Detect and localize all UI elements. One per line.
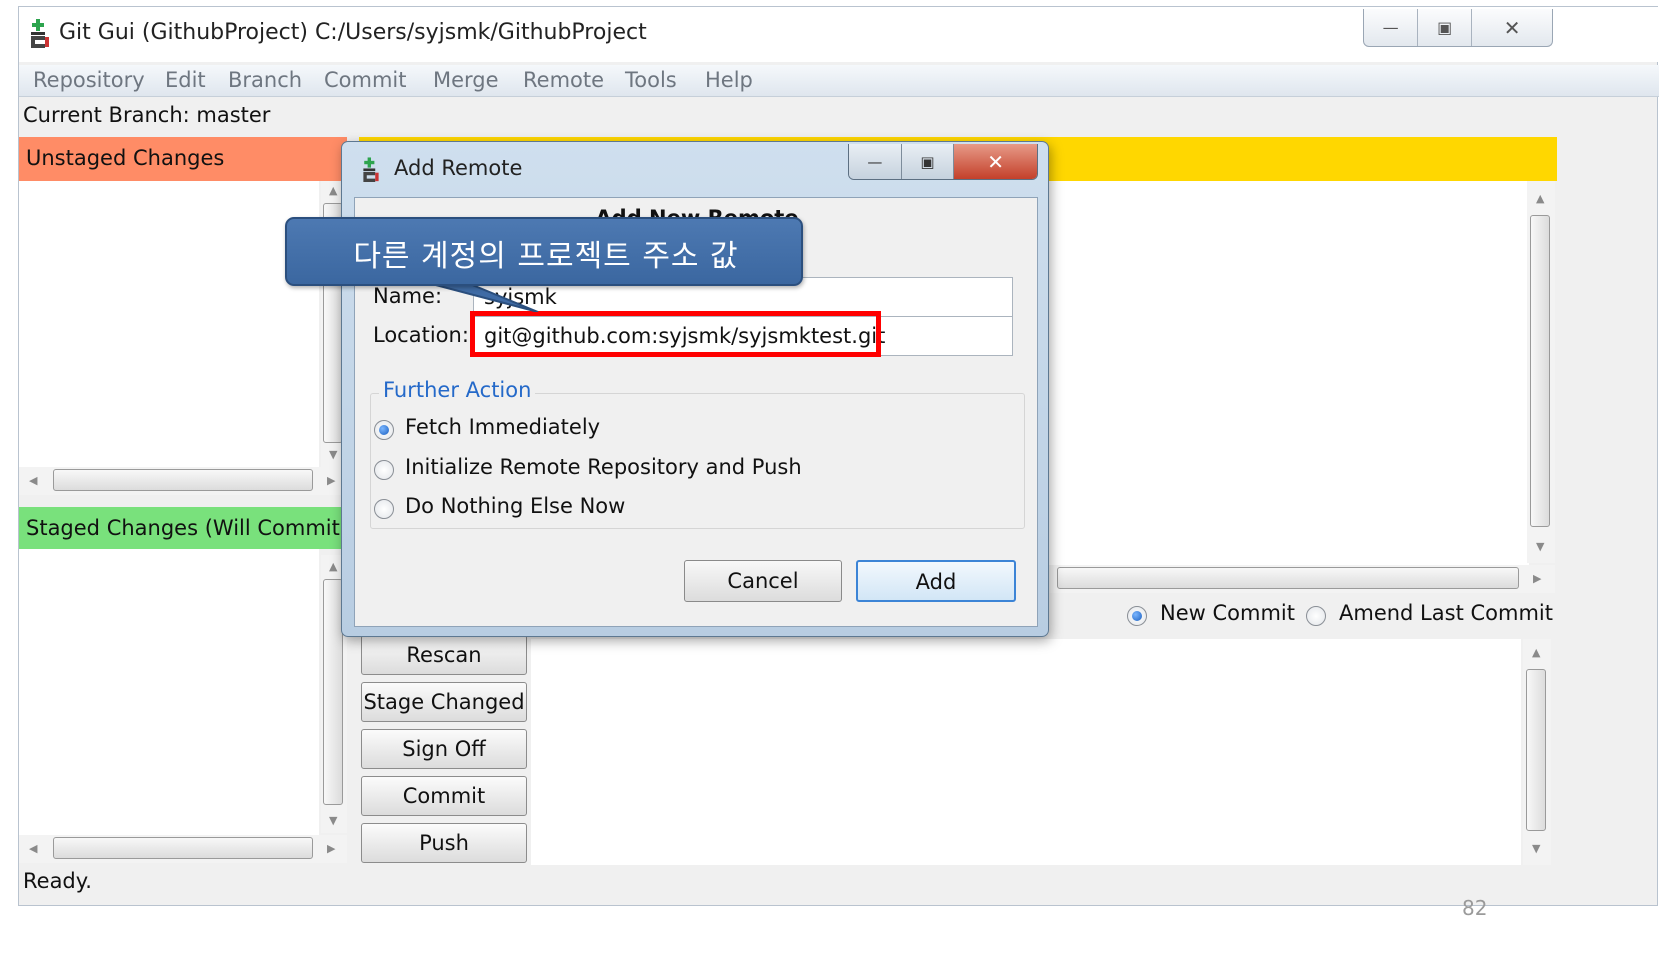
git-gui-logo-icon [31, 19, 49, 48]
fetch-immediately-label: Fetch Immediately [405, 415, 601, 439]
title-bar: Git Gui (GithubProject) C:/Users/syjsmk/… [19, 7, 1659, 62]
dialog-title: Add Remote [394, 156, 523, 180]
scroll-thumb[interactable] [1530, 215, 1550, 527]
scroll-left-arrow-icon[interactable]: ◀ [29, 475, 37, 487]
status-bar: Ready. [23, 869, 92, 893]
menu-edit[interactable]: Edit [165, 68, 206, 92]
window-controls: — ▣ ✕ [1363, 9, 1553, 47]
scroll-thumb[interactable] [323, 579, 343, 805]
scroll-left-arrow-icon[interactable]: ◀ [29, 843, 37, 855]
dialog-window-controls: — ▣ ✕ [848, 144, 1038, 180]
menu-commit[interactable]: Commit [324, 68, 407, 92]
location-label: Location: [373, 323, 469, 347]
dialog-minimize-button[interactable]: — [849, 144, 902, 179]
scroll-down-arrow-icon[interactable]: ▼ [329, 815, 337, 827]
stage-changed-button[interactable]: Stage Changed [361, 682, 527, 722]
new-commit-radio[interactable] [1127, 606, 1147, 626]
menu-remote[interactable]: Remote [523, 68, 604, 92]
diff-horizontal-scrollbar[interactable]: ▶ [1049, 565, 1555, 593]
menu-repository[interactable]: Repository [33, 68, 145, 92]
callout-pointer [431, 284, 539, 312]
dialog-maximize-button[interactable]: ▣ [901, 144, 955, 179]
scroll-thumb[interactable] [53, 469, 313, 491]
scroll-down-arrow-icon[interactable]: ▼ [329, 449, 337, 461]
do-nothing-radio[interactable] [374, 499, 394, 519]
menu-bar: Repository Edit Branch Commit Merge Remo… [19, 65, 1659, 97]
scroll-right-arrow-icon[interactable]: ▶ [327, 843, 335, 855]
amend-last-commit-radio[interactable] [1306, 606, 1326, 626]
page-number-fragment: 82 [1462, 896, 1488, 920]
git-gui-logo-icon [363, 157, 379, 182]
scroll-up-arrow-icon[interactable]: ▲ [329, 185, 337, 197]
unstaged-changes-header: Unstaged Changes [19, 137, 347, 181]
diff-vertical-scrollbar[interactable]: ▲ ▼ [1527, 181, 1555, 563]
rescan-button[interactable]: Rescan [361, 635, 527, 675]
annotation-callout: 다른 계정의 프로젝트 주소 값 [285, 217, 803, 286]
menu-merge[interactable]: Merge [433, 68, 499, 92]
minimize-button[interactable]: — [1364, 9, 1419, 46]
dialog-close-button[interactable]: ✕ [954, 144, 1037, 179]
commit-message-input[interactable] [531, 639, 1521, 865]
initialize-and-push-label: Initialize Remote Repository and Push [405, 455, 802, 479]
commit-message-scrollbar[interactable]: ▲ ▼ [1523, 639, 1551, 865]
scroll-right-arrow-icon[interactable]: ▶ [327, 475, 335, 487]
new-commit-label: New Commit [1160, 601, 1295, 625]
staged-file-list[interactable] [19, 549, 319, 837]
scroll-thumb[interactable] [1526, 669, 1546, 831]
staged-changes-header: Staged Changes (Will Commit) [19, 507, 347, 549]
scroll-up-arrow-icon[interactable]: ▲ [1536, 193, 1544, 205]
scroll-down-arrow-icon[interactable]: ▼ [1532, 843, 1540, 855]
current-branch-label: Current Branch: master [23, 103, 271, 127]
push-button[interactable]: Push [361, 823, 527, 863]
staged-horizontal-scrollbar[interactable]: ◀ ▶ [19, 835, 347, 863]
close-button[interactable]: ✕ [1472, 9, 1552, 46]
unstaged-file-list[interactable] [19, 181, 319, 469]
fetch-immediately-radio[interactable] [374, 420, 394, 440]
scroll-up-arrow-icon[interactable]: ▲ [329, 561, 337, 573]
do-nothing-label: Do Nothing Else Now [405, 494, 626, 518]
window-title: Git Gui (GithubProject) C:/Users/syjsmk/… [59, 20, 647, 45]
menu-tools[interactable]: Tools [625, 68, 677, 92]
menu-branch[interactable]: Branch [228, 68, 302, 92]
cancel-button[interactable]: Cancel [684, 560, 842, 602]
add-remote-dialog: Add Remote — ▣ ✕ Add New Remote Name: sy… [341, 141, 1049, 637]
scroll-thumb[interactable] [53, 837, 313, 859]
unstaged-horizontal-scrollbar[interactable]: ◀ ▶ [19, 467, 347, 495]
maximize-button[interactable]: ▣ [1418, 9, 1473, 46]
further-action-legend: Further Action [379, 378, 536, 402]
location-highlight-box [470, 311, 881, 357]
initialize-and-push-radio[interactable] [374, 460, 394, 480]
scroll-right-arrow-icon[interactable]: ▶ [1533, 573, 1541, 585]
sign-off-button[interactable]: Sign Off [361, 729, 527, 769]
add-button[interactable]: Add [856, 560, 1016, 602]
scroll-thumb[interactable] [1057, 567, 1519, 589]
scroll-down-arrow-icon[interactable]: ▼ [1536, 541, 1544, 553]
scroll-up-arrow-icon[interactable]: ▲ [1532, 647, 1540, 659]
commit-button[interactable]: Commit [361, 776, 527, 816]
menu-help[interactable]: Help [705, 68, 753, 92]
callout-text: 다른 계정의 프로젝트 주소 값 [353, 239, 739, 274]
amend-last-commit-label: Amend Last Commit [1339, 601, 1553, 625]
